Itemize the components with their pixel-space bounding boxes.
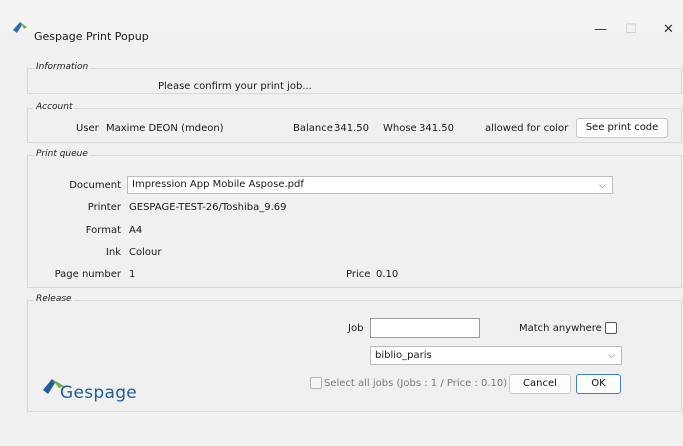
user-value: Maxime DEON (mdeon) (106, 123, 224, 134)
chevron-down-icon: ⌵ (608, 351, 615, 361)
job-label: Job (348, 323, 364, 334)
whose-value: 341.50 (419, 123, 454, 134)
color-allowed-text: allowed for color (485, 123, 569, 134)
balance-label: Balance (293, 123, 333, 134)
job-input[interactable] (370, 318, 480, 338)
price-value: 0.10 (376, 269, 399, 280)
account-legend: Account (34, 102, 75, 112)
cancel-button[interactable]: Cancel (509, 374, 571, 394)
format-label: Format (85, 225, 121, 236)
price-label: Price (346, 269, 371, 280)
document-label: Document (69, 180, 121, 191)
title-bar (0, 0, 683, 32)
account-group: Account User Maxime DEON (mdeon) Balance… (27, 102, 682, 143)
location-value: biblio_paris (375, 350, 432, 361)
page-number-label: Page number (54, 269, 121, 280)
window-title: Gespage Print Popup (34, 30, 149, 43)
format-value: A4 (129, 225, 143, 236)
whose-label: Whose (383, 123, 417, 134)
information-group: Information Please confirm your print jo… (27, 62, 682, 94)
see-print-code-button[interactable]: See print code (576, 118, 668, 138)
print-queue-group: Print queue Document Impression App Mobi… (27, 149, 682, 288)
location-select[interactable]: biblio_paris ⌵ (370, 346, 622, 365)
user-label: User (76, 123, 99, 134)
page-number-value: 1 (129, 269, 136, 280)
match-anywhere-label: Match anywhere (519, 323, 602, 334)
release-legend: Release (34, 294, 74, 304)
gespage-logo-text: Gespage (60, 383, 138, 403)
confirm-message: Please confirm your print job... (158, 81, 312, 92)
balance-value: 341.50 (334, 123, 369, 134)
printer-label: Printer (87, 202, 121, 213)
ok-button[interactable]: OK (576, 374, 621, 394)
gespage-logo: Gespage (42, 377, 152, 407)
minimize-icon[interactable]: — (594, 22, 607, 37)
document-value: Impression App Mobile Aspose.pdf (132, 179, 304, 190)
ink-label: Ink (105, 247, 121, 258)
match-anywhere-checkbox[interactable] (605, 322, 617, 334)
document-select[interactable]: Impression App Mobile Aspose.pdf ⌵ (127, 176, 613, 194)
close-icon[interactable]: ✕ (663, 22, 674, 37)
select-all-checkbox[interactable] (310, 377, 322, 389)
print-queue-legend: Print queue (34, 149, 90, 159)
information-legend: Information (34, 62, 91, 72)
select-all-label: Select all jobs (Jobs : 1 / Price : 0.10… (324, 378, 508, 389)
maximize-icon[interactable]: ☐ (625, 22, 637, 37)
chevron-down-icon: ⌵ (599, 181, 606, 191)
app-icon (13, 22, 27, 33)
ink-value: Colour (129, 247, 162, 258)
release-group: Release Job Match anywhere biblio_paris … (27, 294, 682, 412)
printer-value: GESPAGE-TEST-26/Toshiba_9.69 (129, 202, 287, 213)
